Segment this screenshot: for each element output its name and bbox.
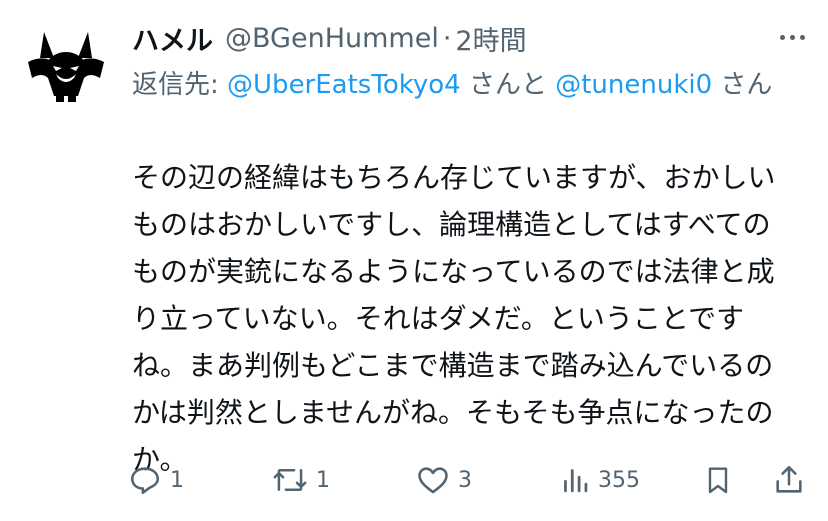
like-button[interactable]: 3 — [416, 460, 472, 500]
separator-dot: · — [442, 22, 452, 54]
views-button[interactable]: 355 — [560, 460, 640, 500]
reply-to-connector: さんと — [460, 70, 556, 100]
tweet-header: ハメル @BGenHummel · 2時間 — [132, 18, 527, 58]
action-bar: 1 1 3 355 — [128, 460, 818, 500]
views-icon — [564, 469, 588, 493]
user-handle[interactable]: @BGenHummel — [225, 23, 439, 54]
retweet-icon — [273, 469, 307, 491]
reply-button[interactable]: 1 — [128, 460, 184, 500]
reply-to-line: 返信先: @UberEatsTokyo4 さんと @tunenuki0 さん — [132, 62, 812, 108]
reply-icon — [130, 467, 160, 495]
reply-to-suffix: さん — [712, 70, 773, 100]
mention-link[interactable]: @UberEatsTokyo4 — [227, 70, 461, 100]
mention-link[interactable]: @tunenuki0 — [555, 70, 712, 100]
avatar[interactable] — [20, 18, 112, 110]
heart-icon — [418, 467, 448, 494]
timestamp[interactable]: 2時間 — [455, 19, 526, 58]
more-icon[interactable] — [772, 22, 812, 52]
share-icon — [776, 465, 802, 493]
display-name[interactable]: ハメル — [132, 19, 213, 58]
tweet-text: その辺の経緯はもちろん存じていますが、おかしいものはおかしいですし、論理構造とし… — [132, 161, 776, 476]
views-count: 355 — [598, 467, 640, 493]
bookmark-button[interactable] — [702, 460, 734, 500]
retweet-button[interactable]: 1 — [272, 460, 330, 500]
retweet-count: 1 — [316, 467, 330, 493]
black-cat-mascot-icon — [28, 32, 104, 102]
like-count: 3 — [458, 467, 472, 493]
reply-to-prefix: 返信先: — [132, 70, 228, 100]
share-button[interactable] — [772, 460, 806, 500]
reply-count: 1 — [170, 467, 184, 493]
bookmark-icon — [708, 467, 728, 494]
